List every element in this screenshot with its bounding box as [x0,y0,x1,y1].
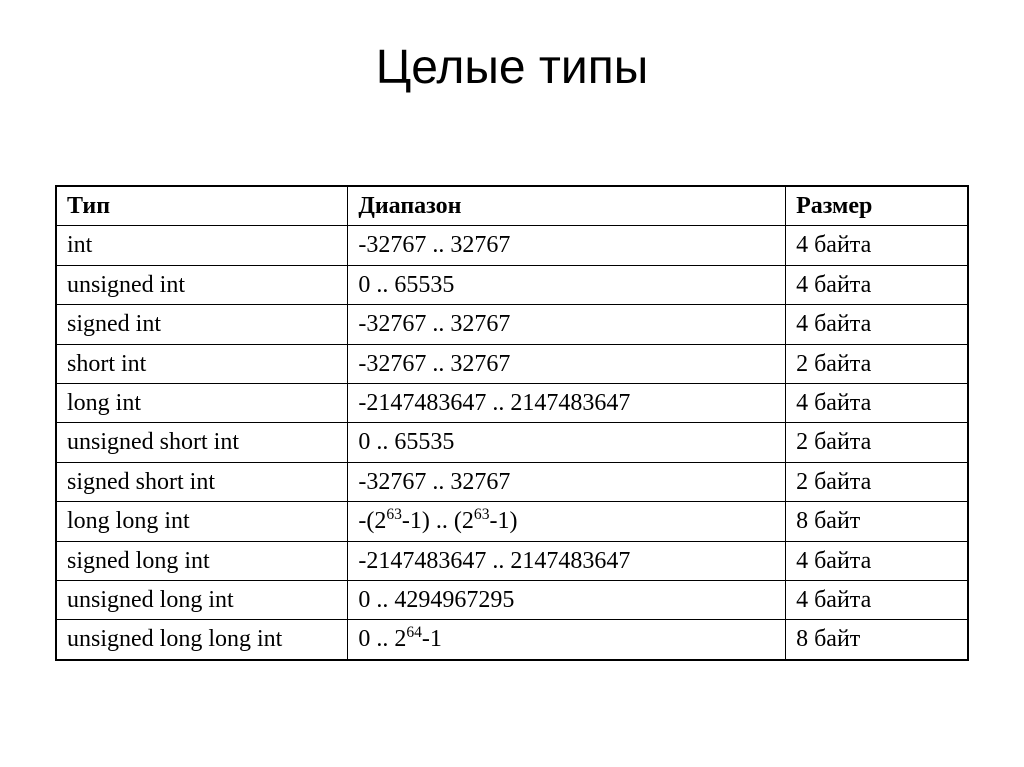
cell-type: unsigned long long int [56,620,348,660]
cell-range: -32767 .. 32767 [348,344,786,383]
cell-size: 8 байт [786,620,968,660]
table-row: unsigned long int0 .. 42949672954 байта [56,580,968,619]
table-row: unsigned short int0 .. 655352 байта [56,423,968,462]
cell-type: unsigned short int [56,423,348,462]
cell-type: unsigned int [56,265,348,304]
cell-size: 4 байта [786,580,968,619]
cell-type: short int [56,344,348,383]
cell-size: 8 байт [786,502,968,541]
header-size: Размер [786,186,968,226]
table-row: signed short int-32767 .. 327672 байта [56,462,968,501]
cell-size: 4 байта [786,265,968,304]
cell-range: -2147483647 .. 2147483647 [348,541,786,580]
cell-type: signed long int [56,541,348,580]
cell-size: 4 байта [786,541,968,580]
table-row: long long int-(263-1) .. (263-1)8 байт [56,502,968,541]
cell-size: 2 байта [786,423,968,462]
table-container: Тип Диапазон Размер int-32767 .. 327674 … [0,185,1024,661]
cell-range: -(263-1) .. (263-1) [348,502,786,541]
cell-size: 2 байта [786,344,968,383]
integer-types-table: Тип Диапазон Размер int-32767 .. 327674 … [55,185,969,661]
cell-range: 0 .. 264-1 [348,620,786,660]
cell-size: 4 байта [786,383,968,422]
table-row: unsigned int0 .. 655354 байта [56,265,968,304]
cell-type: signed int [56,305,348,344]
cell-range: -32767 .. 32767 [348,305,786,344]
table-row: signed long int-2147483647 .. 2147483647… [56,541,968,580]
cell-range: 0 .. 65535 [348,265,786,304]
cell-size: 4 байта [786,226,968,265]
cell-range: -2147483647 .. 2147483647 [348,383,786,422]
cell-type: long long int [56,502,348,541]
cell-size: 2 байта [786,462,968,501]
cell-type: unsigned long int [56,580,348,619]
table-row: long int-2147483647 .. 21474836474 байта [56,383,968,422]
cell-range: -32767 .. 32767 [348,462,786,501]
table-row: signed int-32767 .. 327674 байта [56,305,968,344]
cell-range: 0 .. 65535 [348,423,786,462]
cell-type: long int [56,383,348,422]
cell-size: 4 байта [786,305,968,344]
table-row: unsigned long long int0 .. 264-18 байт [56,620,968,660]
cell-range: -32767 .. 32767 [348,226,786,265]
header-range: Диапазон [348,186,786,226]
header-type: Тип [56,186,348,226]
table-row: short int-32767 .. 327672 байта [56,344,968,383]
table-header-row: Тип Диапазон Размер [56,186,968,226]
table-row: int-32767 .. 327674 байта [56,226,968,265]
page-title: Целые типы [0,40,1024,95]
cell-type: int [56,226,348,265]
cell-range: 0 .. 4294967295 [348,580,786,619]
cell-type: signed short int [56,462,348,501]
